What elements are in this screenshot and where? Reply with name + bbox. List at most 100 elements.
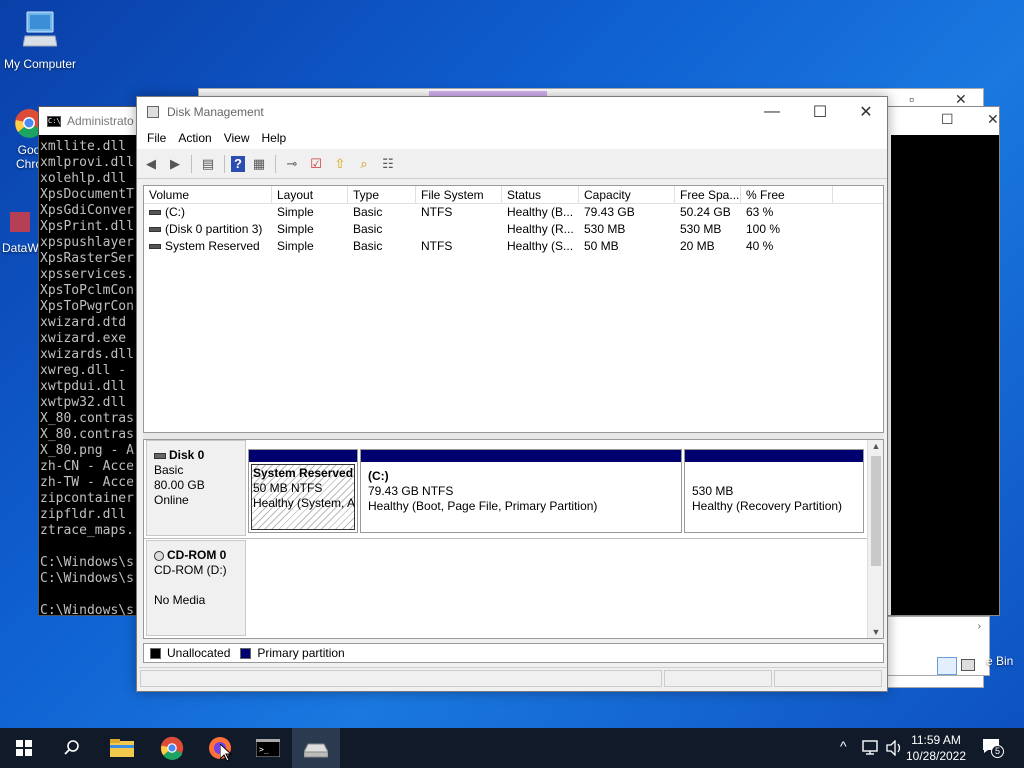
disk-name: CD-ROM 0 [167,548,227,562]
desktop-icon-label: e Bin [986,654,1014,668]
upload-icon[interactable]: ⇧ [330,154,350,174]
windows-logo-icon [16,740,32,756]
column-header-file-system[interactable]: File System [416,186,502,203]
table-row[interactable]: (C:) Simple Basic NTFS Healthy (B... 79.… [144,204,883,221]
clock-time: 11:59 AM [911,733,961,747]
scroll-up-icon[interactable]: ▲ [868,441,883,451]
desktop-icon-my-computer[interactable]: My Computer [2,10,78,71]
connect-drive-icon[interactable]: ⊸ [282,154,302,174]
desktop-icon-recycle-bin[interactable]: e Bin [986,652,1013,668]
unallocated-swatch [150,647,161,659]
partition-bar [361,450,681,462]
network-icon[interactable] [862,740,880,756]
menu-help[interactable]: Help [256,131,293,145]
show-hide-console-tree-icon[interactable]: ▤ [198,154,218,174]
back-arrow-icon[interactable]: ◀ [141,154,161,174]
window-titlebar[interactable]: Disk Management — ☐ ✕ [137,97,887,127]
scroll-right-icon[interactable]: › [978,621,981,632]
close-button[interactable]: ✕ [843,97,889,127]
system-clock[interactable]: 11:59 AM 10/28/2022 [900,732,972,764]
help-icon[interactable]: ? [231,155,245,172]
maximize-button[interactable]: ☐ [797,97,843,127]
cell-free-space: 530 MB [680,222,722,236]
minimize-icon[interactable]: ▫ [909,91,914,107]
status-pane [664,670,772,687]
scrollbar-thumb[interactable] [871,456,881,566]
search-icon[interactable]: ⌕ [354,154,374,174]
cell-capacity: 50 MB [584,239,619,253]
cell-volume: (Disk 0 partition 3) [144,221,272,238]
cell-layout: Simple [277,205,314,219]
table-row[interactable]: (Disk 0 partition 3) Simple Basic Health… [144,221,883,238]
notification-center-button[interactable]: 5 [982,738,1004,758]
taskbar-chrome[interactable] [148,728,196,768]
start-button[interactable] [0,728,48,768]
scroll-down-icon[interactable]: ▼ [868,627,883,637]
cell-file-system: NTFS [421,239,453,253]
cdrom-0-label[interactable]: CD-ROM 0 CD-ROM (D:) No Media [146,540,246,636]
table-row[interactable]: System Reserved Simple Basic NTFS Health… [144,238,883,255]
folder-icon [110,739,134,757]
graph-vertical-scrollbar[interactable]: ▲ ▼ [867,440,883,638]
partition-recovery[interactable]: 530 MB Healthy (Recovery Partition) [684,449,864,533]
menu-action[interactable]: Action [172,131,217,145]
check-icon[interactable]: ☑ [306,154,326,174]
menu-file[interactable]: File [141,131,172,145]
toolbar-separator [191,154,192,173]
column-header-percent-free[interactable]: % Free [741,186,833,203]
volume-icon [149,244,161,250]
maximize-icon[interactable]: ☐ [941,111,954,128]
disk-management-window[interactable]: Disk Management — ☐ ✕ File Action View H… [136,96,888,692]
partition-c[interactable]: (C:) 79.43 GB NTFS Healthy (Boot, Page F… [360,449,682,533]
column-header-volume[interactable]: Volume [144,186,272,203]
cell-type: Basic [353,205,383,219]
disk-0-label[interactable]: Disk 0 Basic 80.00 GB Online [146,440,246,536]
forward-arrow-icon[interactable]: ▶ [165,154,185,174]
menu-view[interactable]: View [218,131,256,145]
console-titlebar[interactable]: C:\ Administrato [39,107,139,135]
volume-name: System Reserved [165,239,260,253]
partition-title: System Reserved [253,466,354,480]
disk-size: 80.00 GB [154,478,205,492]
partition-system-reserved[interactable]: System Reserved 50 MB NTFS Healthy (Syst… [248,449,358,533]
desktop-icon-dataw[interactable]: DataW [2,208,39,255]
disk-row-divider [144,538,868,539]
cell-free-space: 50.24 GB [680,205,731,219]
column-header-type[interactable]: Type [348,186,416,203]
disk-management-icon [147,106,159,118]
partition-status: Healthy (System, A [253,496,356,510]
disk-graphical-view[interactable]: Disk 0 Basic 80.00 GB Online System Rese… [143,439,884,639]
volume-name: (Disk 0 partition 3) [165,222,263,236]
show-hidden-icons-chevron[interactable]: ^ [840,738,847,754]
column-header-free-space[interactable]: Free Spa... [675,186,741,203]
background-console-window[interactable]: ☐ ✕ [880,106,1000,616]
volume-list[interactable]: Volume Layout Type File System Status Ca… [143,185,884,433]
cell-free-space: 20 MB [680,239,715,253]
cell-type: Basic [353,222,383,236]
show-hide-action-pane-icon[interactable]: ▦ [249,154,269,174]
large-icons-view-icon[interactable] [961,659,975,671]
close-icon[interactable]: ✕ [987,111,999,128]
details-view-icon[interactable] [937,657,957,675]
taskbar-firefox[interactable] [196,728,244,768]
properties-icon[interactable]: ☷ [378,154,398,174]
search-button[interactable] [48,728,96,768]
console-output[interactable]: xmllite.dll xmlprovi.dll xolehlp.dll Xps… [39,135,139,615]
disk-name: Disk 0 [169,448,205,462]
taskbar-disk-management[interactable] [292,728,340,768]
column-header-status[interactable]: Status [502,186,579,203]
taskbar-file-explorer[interactable] [98,728,146,768]
column-header-layout[interactable]: Layout [272,186,348,203]
computer-icon [22,11,58,47]
taskbar-command-prompt[interactable]: >_ [244,728,292,768]
desktop-icon-label: My Computer [3,57,77,71]
command-prompt-window[interactable]: C:\ Administrato xmllite.dll xmlprovi.dl… [38,106,140,616]
cell-volume: System Reserved [144,238,272,255]
cell-file-system [416,221,502,238]
minimize-button[interactable]: — [749,97,795,127]
taskbar: >_ ^ 11:59 AM 10/28/2022 5 [0,728,1024,768]
hard-disk-icon [154,452,166,459]
toolbar-separator [275,154,276,173]
column-header-capacity[interactable]: Capacity [579,186,675,203]
partition-bar [249,450,357,462]
